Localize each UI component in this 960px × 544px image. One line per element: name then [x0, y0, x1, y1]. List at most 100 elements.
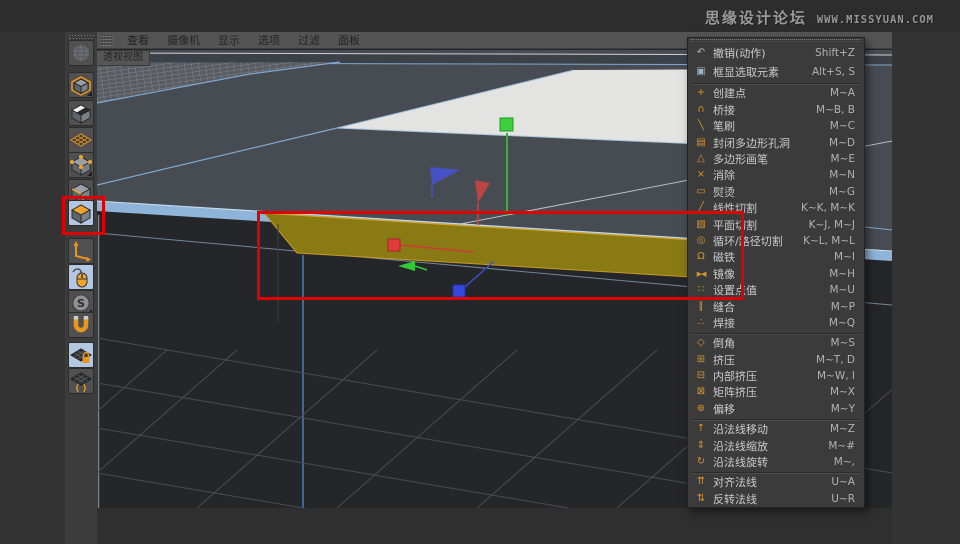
workplane-mode-icon [69, 128, 93, 152]
menu-grip-icon[interactable] [101, 35, 113, 46]
menu-item[interactable]: ⊞ 挤压 M~T, D [688, 351, 864, 367]
menu-item-shortcut: K~J, M~J [809, 219, 855, 231]
menu-item-shortcut: M~H [829, 268, 855, 280]
magnet-tool-button[interactable] [68, 312, 94, 338]
menu-tearoff-handle[interactable] [691, 39, 861, 42]
menu-item-label: 倒角 [713, 335, 824, 351]
menu-item-shortcut: M~B, B [816, 104, 855, 116]
watermark-site-url: WWW.MISSYUAN.COM [817, 14, 934, 26]
menu-item-label: 沿法线旋转 [713, 454, 828, 470]
menu-item[interactable]: × 消除 M~N [688, 167, 864, 183]
workplane-mode-button[interactable] [68, 127, 94, 153]
magnet-tool-icon [69, 313, 93, 337]
menu-item[interactable]: ⊟ 内部挤压 M~W, I [688, 368, 864, 384]
enable-axis-icon [69, 239, 93, 263]
inner-extrude-icon: ⊟ [693, 371, 709, 381]
menu-item-label: 消除 [713, 167, 823, 183]
menu-item[interactable]: ◇ 倒角 M~S [688, 335, 864, 351]
menu-item[interactable]: ∩ 桥接 M~B, B [688, 102, 864, 118]
menu-item-label: 沿法线缩放 [713, 438, 822, 454]
menu-item[interactable]: ▤ 封闭多边形孔洞 M~D [688, 134, 864, 150]
menu-item[interactable]: △ 多边形画笔 M~E [688, 151, 864, 167]
move-along-normals-icon: ↑ [693, 424, 709, 434]
workplane-lock-icon [69, 343, 93, 367]
enable-axis-button[interactable] [68, 238, 94, 264]
viewport-menu-item[interactable]: 过滤 [289, 32, 329, 48]
points-mode-icon [69, 153, 93, 177]
left-toolbar: S ( ) [65, 32, 99, 544]
viewport-menu-item[interactable]: 面板 [329, 32, 369, 48]
menu-item[interactable]: ⇕ 沿法线缩放 M~# [688, 437, 864, 453]
view-label[interactable]: 透视视图 [97, 50, 150, 66]
viewport-menu-item[interactable]: 查看 [118, 32, 158, 48]
menu-item[interactable]: ⊠ 矩阵挤压 M~X [688, 384, 864, 400]
menu-item[interactable]: + 创建点 M~A [688, 85, 864, 101]
menu-item-shortcut: M~A [830, 87, 855, 99]
menu-item-shortcut: M~, [834, 456, 855, 468]
bridge-icon: ∩ [693, 105, 709, 115]
polygon-pen-icon: △ [693, 154, 709, 164]
menu-item[interactable]: ╲ 笔刷 M~C [688, 118, 864, 134]
viewport-menu-item[interactable]: 显示 [209, 32, 249, 48]
dissolve-icon: × [693, 170, 709, 180]
planar-workplane-icon: ( ) [69, 369, 93, 393]
close-polygon-hole-icon: ▤ [693, 138, 709, 148]
watermark: 思缘设计论坛 WWW.MISSYUAN.COM [705, 7, 934, 28]
texture-mode-button[interactable] [68, 100, 94, 126]
menu-item-label: 偏移 [713, 401, 825, 417]
menu-item-label: 封闭多边形孔洞 [713, 135, 823, 151]
iron-icon: ▭ [693, 187, 709, 197]
svg-text:( ): ( ) [75, 384, 86, 393]
menu-item-label: 桥接 [713, 102, 810, 118]
menu-item[interactable]: ▭ 熨烫 M~G [688, 184, 864, 200]
extrude-icon: ⊞ [693, 355, 709, 365]
brush-icon: ╲ [693, 121, 709, 131]
menu-item[interactable]: ⇈ 对齐法线 U~A [688, 474, 864, 490]
stitch-sew-icon: ∥ [693, 302, 709, 312]
menu-item-shortcut: M~T, D [816, 354, 855, 366]
annotation-rect-tool [62, 196, 105, 235]
watermark-site-name: 思缘设计论坛 [705, 7, 807, 28]
svg-text:S: S [77, 297, 85, 310]
menu-item-label: 矩阵挤压 [713, 384, 824, 400]
gizmo-y-handle[interactable] [500, 118, 513, 131]
menu-item[interactable]: ▣ 框显选取元素 Alt+S, S [688, 62, 864, 81]
menu-item-label: 内部挤压 [713, 368, 811, 384]
menu-item[interactable]: ⊕ 偏移 M~Y [688, 401, 864, 417]
menu-item-shortcut: M~D [829, 137, 855, 149]
weld-icon: ∴ [693, 318, 709, 328]
viewport-menu-item[interactable]: 选项 [249, 32, 289, 48]
workplane-lock-button[interactable] [68, 342, 94, 368]
viewport-bottom-band [97, 508, 892, 544]
menu-item-label: 沿法线移动 [713, 421, 824, 437]
menu-item[interactable]: ↶ 撤销(动作) Shift+Z [688, 43, 864, 62]
menu-item-label: 焊接 [713, 315, 823, 331]
menu-item-shortcut: M~E [831, 153, 856, 165]
menu-item-label: 多边形画笔 [713, 151, 825, 167]
menu-item-label: 撤销(动作) [713, 45, 809, 61]
planar-workplane-button[interactable]: ( ) [68, 368, 94, 394]
menu-item-label: 熨烫 [713, 184, 823, 200]
tweak-mode-icon [69, 265, 93, 289]
tweak-mode-button[interactable] [68, 264, 94, 290]
menu-item-label: 反转法线 [713, 491, 825, 507]
reverse-normals-icon: ⇅ [693, 494, 709, 504]
menu-item-shortcut: M~Y [831, 403, 855, 415]
menu-item-shortcut: M~I [834, 251, 855, 263]
menu-item-shortcut: Alt+S, S [812, 66, 855, 78]
menu-item[interactable]: ∴ 焊接 M~Q [688, 315, 864, 331]
model-mode-button[interactable] [68, 72, 94, 98]
menu-item-shortcut: Shift+Z [815, 47, 855, 59]
menu-item[interactable]: ↑ 沿法线移动 M~Z [688, 421, 864, 437]
menu-item[interactable]: ↻ 沿法线旋转 M~, [688, 454, 864, 470]
menu-item[interactable]: ∥ 缝合 M~P [688, 298, 864, 314]
align-normals-icon: ⇈ [693, 477, 709, 487]
menu-item-shortcut: U~A [831, 476, 855, 488]
points-mode-button[interactable] [68, 152, 94, 178]
menu-item[interactable]: ⇅ 反转法线 U~R [688, 491, 864, 507]
menu-item-shortcut: M~W, I [817, 370, 855, 382]
menu-item-shortcut: U~R [831, 493, 855, 505]
menu-item-shortcut: K~L, M~L [803, 235, 855, 247]
viewport-menu-item[interactable]: 摄像机 [158, 32, 209, 48]
make-editable-button[interactable] [68, 40, 94, 66]
